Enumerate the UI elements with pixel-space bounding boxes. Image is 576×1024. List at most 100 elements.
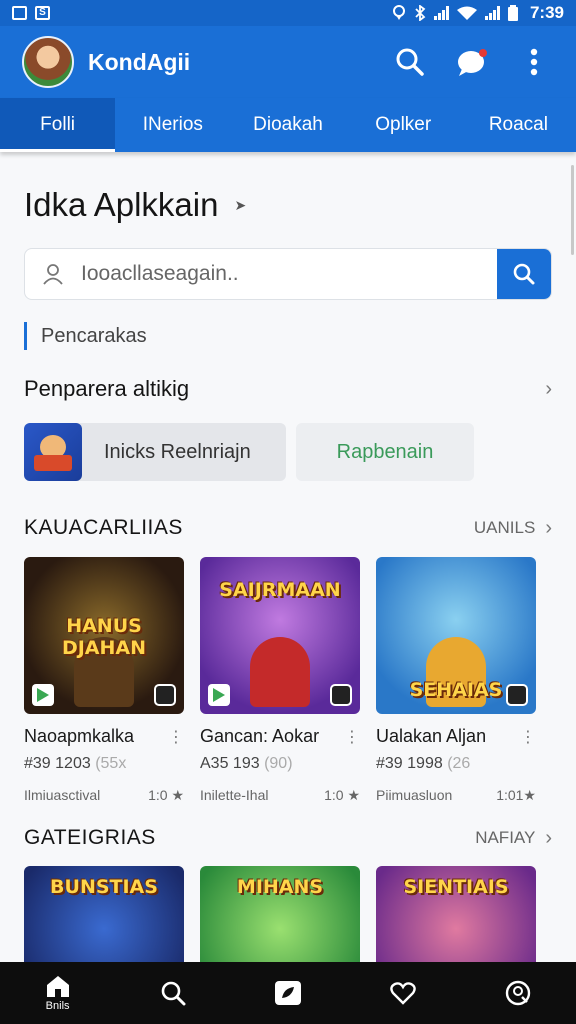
nav-profile[interactable] <box>488 980 548 1006</box>
nav-search[interactable] <box>143 980 203 1006</box>
search-icon <box>161 981 186 1006</box>
library-icon <box>274 981 301 1005</box>
image-notification-icon <box>12 6 27 20</box>
app-id-suffix: (90) <box>264 755 293 772</box>
app-id-suffix: (55x <box>95 755 127 772</box>
location-icon <box>392 5 405 20</box>
app-name: Gancan: Aokar <box>200 726 320 746</box>
clock: 7:39 <box>529 3 564 22</box>
tab-bar: Folli INerios Dioakah Oplker Roacal <box>0 98 576 152</box>
home-icon <box>46 976 69 997</box>
bluetooth-icon <box>415 5 426 21</box>
app-card[interactable]: SAIJRMAAN Gancan: Aokar ⋮ A35 193 (90) In… <box>200 557 360 804</box>
search-icon <box>396 48 424 76</box>
thumbnail-title: HANUS DJAHAN <box>61 615 147 659</box>
app-thumbnail: SEHAIAS <box>376 557 536 714</box>
more-options-button[interactable] <box>514 42 554 82</box>
app-id: #39 1998 <box>376 755 443 772</box>
chevron-right-icon: › <box>545 826 552 849</box>
app-thumbnail: HANUS DJAHAN <box>24 557 184 714</box>
app-thumbnail: SAIJRMAAN <box>200 557 360 714</box>
nav-favorites[interactable] <box>373 981 433 1005</box>
search-icon <box>513 263 535 285</box>
heart-icon <box>390 982 416 1005</box>
see-more-link[interactable]: NAFIAY › <box>475 827 552 850</box>
section-header-1: KAUACARLIIAS UANILS › <box>24 516 552 540</box>
see-more-label: UANILS <box>473 518 536 537</box>
refresh-icon <box>330 684 352 706</box>
signal-icon-2 <box>484 6 500 20</box>
subsection-label: Pencarakas <box>24 322 147 350</box>
section-title: GATEIGRIAS <box>24 826 156 849</box>
app-id: A35 193 <box>200 755 260 772</box>
app-card[interactable]: SEHAIAS Ualakan Aljan ⋮ #39 1998 (26 Piim… <box>376 557 536 804</box>
more-vertical-icon[interactable]: ⋮ <box>344 727 360 747</box>
tab-roacal[interactable]: Roacal <box>461 98 576 152</box>
app-rating: 1:01★ <box>496 787 536 803</box>
thumbnail-title: MIHANS <box>236 876 324 898</box>
user-icon <box>25 249 81 299</box>
more-vertical-icon[interactable]: ⋮ <box>168 727 184 747</box>
app-name: Ualakan Aljan <box>376 726 487 746</box>
status-bar: S 7:39 <box>0 0 576 26</box>
bottom-navigation: Bnils <box>0 962 576 1024</box>
app-card[interactable]: HANUS DJAHAN Naoapmkalka ⋮ #39 1203 (55x … <box>24 557 184 804</box>
more-vertical-icon[interactable]: ⋮ <box>520 727 536 747</box>
app-id: #39 1203 <box>24 755 91 772</box>
character-art <box>250 637 310 707</box>
search-submit-button[interactable] <box>497 249 551 299</box>
app-rating: 1:0 ★ <box>324 787 360 803</box>
search-bar <box>24 248 552 300</box>
wifi-icon <box>456 6 477 20</box>
section-header-2: GATEIGRIAS NAFIAY › <box>24 826 552 850</box>
app-category: Inilette-Ihal <box>200 787 269 803</box>
page-title-text: Idka Aplkkain <box>24 186 219 223</box>
profile-icon <box>506 980 531 1006</box>
app-rating: 1:0 ★ <box>148 787 184 803</box>
refresh-icon <box>506 684 528 706</box>
scrollbar[interactable] <box>571 165 574 255</box>
chevron-right-icon: › <box>545 516 552 539</box>
tab-folli[interactable]: Folli <box>0 98 116 152</box>
see-more-label: NAFIAY <box>475 828 536 847</box>
app-title: KondAgii <box>88 48 191 75</box>
featured-title: Penparera altikig <box>24 376 190 401</box>
chevron-right-icon[interactable]: › <box>545 378 552 401</box>
search-input[interactable] <box>81 249 497 299</box>
search-button[interactable] <box>390 42 430 82</box>
tab-inerios[interactable]: INerios <box>115 98 230 152</box>
featured-header[interactable]: Penparera altikig › <box>24 376 552 402</box>
play-store-icon <box>208 684 230 706</box>
section-title: KAUACARLIIAS <box>24 516 183 539</box>
battery-icon <box>507 5 518 21</box>
featured-pill-primary[interactable]: Inicks Reelnriajn <box>24 423 286 481</box>
refresh-icon <box>154 684 176 706</box>
nav-home-label: Bnils <box>45 1000 70 1012</box>
more-vertical-icon <box>530 48 538 76</box>
app-name: Naoapmkalka <box>24 726 135 746</box>
card-row-1: HANUS DJAHAN Naoapmkalka ⋮ #39 1203 (55x … <box>24 557 536 804</box>
page-title: Idka Aplkkain ➤ <box>24 186 246 224</box>
notification-button[interactable] <box>452 42 492 82</box>
featured-pill-primary-label: Inicks Reelnriajn <box>104 440 251 463</box>
play-store-icon <box>32 684 54 706</box>
nav-library[interactable] <box>258 980 318 1006</box>
app-bar: KondAgii <box>0 26 576 98</box>
thumbnail-title: SIENTIAIS <box>403 876 509 898</box>
avatar[interactable] <box>22 36 74 88</box>
thumbnail-title: SAIJRMAAN <box>219 579 341 601</box>
app-id-suffix: (26 <box>447 755 471 772</box>
chat-bubble-icon <box>458 49 487 76</box>
thumbnail-title: BUNSTIAS <box>50 876 158 898</box>
nav-home[interactable]: Bnils <box>28 974 88 1012</box>
featured-pill-secondary[interactable]: Rapbenain <box>296 423 474 481</box>
see-more-link[interactable]: UANILS › <box>474 517 552 540</box>
tab-oplker[interactable]: Oplker <box>346 98 461 152</box>
s-notification-icon: S <box>35 6 50 20</box>
game-thumbnail <box>24 423 82 481</box>
app-category: Piimuasluon <box>376 787 453 803</box>
tab-dioakah[interactable]: Dioakah <box>230 98 345 152</box>
arrow-right-icon: ➤ <box>234 196 247 213</box>
app-category: Ilmiuasctival <box>24 787 101 803</box>
signal-icon <box>433 6 449 20</box>
